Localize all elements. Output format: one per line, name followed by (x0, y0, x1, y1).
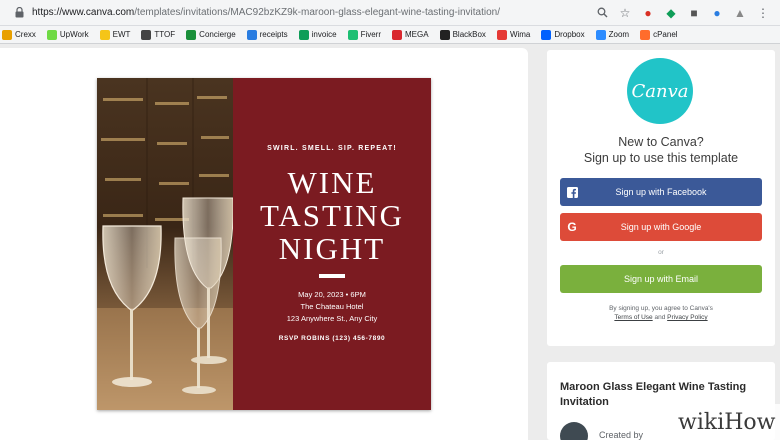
bookmark-favicon-icon (640, 29, 651, 40)
extension-icon[interactable]: ■ (687, 6, 701, 20)
bookmark-item[interactable]: invoice (298, 29, 337, 40)
bookmark-favicon-icon (2, 29, 12, 40)
extension-icon[interactable]: ● (710, 6, 724, 20)
signup-card: Canva New to Canva? Sign up to use this … (547, 50, 775, 346)
bookmark-label: MEGA (405, 30, 429, 39)
canva-logo[interactable]: Canva (627, 58, 693, 124)
signup-email-label: Sign up with Email (623, 274, 699, 284)
bookmark-label: EWT (112, 30, 131, 39)
canva-logo-text: Canva (631, 80, 689, 102)
invitation-title-line-3: NIGHT (278, 231, 386, 266)
bookmark-favicon-icon (541, 29, 552, 40)
signup-title-line-1: New to Canva? (618, 135, 704, 149)
signup-google-label: Sign up with Google (620, 222, 702, 232)
bookmark-label: Wima (509, 30, 531, 39)
bookmark-item[interactable]: BlackBox (439, 29, 486, 40)
invitation-title-line-1: WINE (287, 165, 377, 200)
facebook-icon (560, 178, 584, 206)
invitation-address: 123 Anywhere St., Any City (286, 314, 378, 323)
bookmark-label: cPanel (653, 30, 678, 39)
bookmark-item[interactable]: TTOF (141, 29, 176, 40)
bookmark-favicon-icon (595, 29, 606, 40)
bookmark-favicon-icon (298, 29, 309, 40)
bookmark-label: BlackBox (452, 30, 486, 39)
invitation-rsvp: RSVP ROBINS (123) 456-7890 (278, 335, 386, 342)
google-icon: G (567, 220, 577, 234)
bookmark-item[interactable]: Zoom (595, 29, 630, 40)
bookmark-item[interactable]: Crexx (2, 29, 36, 40)
extension-icon[interactable]: ◆ (664, 6, 678, 20)
signup-facebook-button[interactable]: Sign up with Facebook (560, 178, 762, 206)
bookmark-favicon-icon (439, 29, 450, 40)
bookmark-label: invoice (311, 30, 337, 39)
bookmark-label: TTOF (154, 30, 176, 39)
divider (319, 274, 345, 278)
signup-google-button[interactable]: G Sign up with Google (560, 213, 762, 241)
url-path: /templates/invitations/MAC92bzKZ9k-maroo… (134, 7, 500, 18)
avatar[interactable] (560, 422, 588, 440)
bookmarks-bar: Crexx UpWork EWT TTOF Concierge receipts invoi… (0, 26, 780, 44)
bookmark-favicon-icon (186, 29, 197, 40)
bookmark-label: UpWork (59, 30, 89, 39)
search-icon[interactable] (595, 6, 609, 20)
wikihow-watermark-text: wikiHow (678, 409, 776, 435)
bookmark-label: Crexx (15, 30, 36, 39)
bookmark-item[interactable]: Fiverr (347, 29, 382, 40)
star-icon[interactable]: ☆ (618, 6, 632, 20)
bookmark-favicon-icon (46, 29, 57, 40)
wine-glasses-photo (97, 78, 233, 410)
invitation-tagline: SWIRL. SMELL. SIP. REPEAT! (267, 145, 397, 152)
bookmark-item[interactable]: Concierge (186, 29, 236, 40)
signup-email-button[interactable]: Sign up with Email (560, 265, 762, 293)
evernote-icon[interactable]: ● (641, 6, 655, 20)
signup-title-line-2: Sign up to use this template (583, 151, 739, 165)
bookmark-label: receipts (259, 30, 288, 39)
bookmark-item[interactable]: receipts (246, 29, 288, 40)
lock-icon[interactable] (12, 6, 26, 20)
bookmark-favicon-icon (141, 29, 152, 40)
legal-and: and (654, 314, 666, 321)
bookmark-item[interactable]: Dropbox (541, 29, 585, 40)
invitation-text-panel: SWIRL. SMELL. SIP. REPEAT! WINE TASTING … (233, 78, 431, 410)
bookmark-item[interactable]: UpWork (46, 29, 89, 40)
bookmark-favicon-icon (246, 29, 257, 40)
privacy-link[interactable]: Privacy Policy (667, 314, 707, 321)
bookmark-label: Fiverr (360, 30, 382, 39)
bookmark-label: Zoom (608, 30, 630, 39)
address-bar[interactable]: https://www.canva.com/templates/invitati… (0, 0, 780, 26)
bookmark-favicon-icon (392, 29, 403, 40)
url-text[interactable]: https://www.canva.com/templates/invitati… (32, 7, 595, 18)
invitation-title-line-2: TASTING (259, 198, 405, 233)
invitation-preview[interactable]: SWIRL. SMELL. SIP. REPEAT! WINE TASTING … (97, 78, 431, 410)
bookmark-item[interactable]: Wima (496, 29, 531, 40)
terms-link[interactable]: Terms of Use (614, 314, 652, 321)
bookmark-favicon-icon (99, 29, 110, 40)
bookmark-label: Concierge (199, 30, 236, 39)
bookmark-item[interactable]: MEGA (392, 29, 429, 40)
signup-facebook-label: Sign up with Facebook (615, 187, 707, 197)
bookmark-item[interactable]: cPanel (640, 29, 678, 40)
or-separator: or (658, 249, 664, 256)
created-by-label: Created by (599, 430, 644, 440)
wikihow-watermark: wikiHow (672, 404, 780, 440)
legal-text: By signing up, you agree to Canva's (609, 305, 713, 312)
bookmark-item[interactable]: EWT (99, 29, 131, 40)
url-host: https://www.canva.com (32, 7, 135, 18)
legal-notice: By signing up, you agree to Canva's Term… (547, 304, 775, 322)
bookmark-favicon-icon (496, 29, 507, 40)
extension-icon[interactable]: ▲ (733, 6, 747, 20)
menu-icon[interactable]: ⋮ (756, 6, 770, 20)
signup-title: New to Canva? Sign up to use this templa… (547, 134, 775, 166)
bookmark-favicon-icon (347, 29, 358, 40)
bookmark-label: Dropbox (554, 30, 585, 39)
invitation-venue: The Chateau Hotel (300, 302, 364, 311)
invitation-date: May 20, 2023 • 6PM (298, 290, 366, 299)
